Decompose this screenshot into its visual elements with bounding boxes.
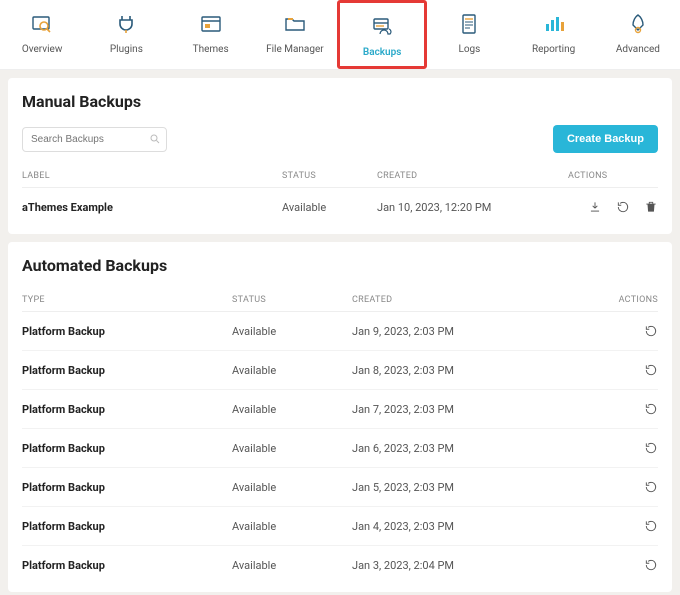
cell-label: aThemes Example <box>22 201 282 214</box>
tab-label: Advanced <box>596 44 680 55</box>
cell-status: Available <box>232 325 352 338</box>
table-row: Platform BackupAvailableJan 3, 2023, 2:0… <box>22 546 658 584</box>
cell-created: Jan 3, 2023, 2:04 PM <box>352 559 598 572</box>
cell-type: Platform Backup <box>22 364 232 377</box>
cell-status: Available <box>232 481 352 494</box>
cell-type: Platform Backup <box>22 442 232 455</box>
cell-status: Available <box>232 364 352 377</box>
create-backup-button[interactable]: Create Backup <box>553 125 658 153</box>
automated-backups-panel: Automated Backups TYPE STATUS CREATED AC… <box>8 242 672 592</box>
col-actions: ACTIONS <box>598 295 658 305</box>
tab-label: Backups <box>340 47 424 58</box>
table-row: Platform BackupAvailableJan 9, 2023, 2:0… <box>22 312 658 351</box>
document-icon <box>427 10 511 38</box>
col-label: LABEL <box>22 171 282 181</box>
tab-backups[interactable]: Backups <box>337 0 427 69</box>
tab-label: Reporting <box>512 44 596 55</box>
table-row: Platform BackupAvailableJan 6, 2023, 2:0… <box>22 429 658 468</box>
plug-icon <box>84 10 168 38</box>
table-row: Platform BackupAvailableJan 5, 2023, 2:0… <box>22 468 658 507</box>
manual-backups-title: Manual Backups <box>22 92 658 111</box>
cell-type: Platform Backup <box>22 559 232 572</box>
cell-created: Jan 6, 2023, 2:03 PM <box>352 442 598 455</box>
cell-type: Platform Backup <box>22 325 232 338</box>
window-icon <box>169 10 253 38</box>
tab-label: File Manager <box>253 44 337 55</box>
automated-backups-title: Automated Backups <box>22 256 658 275</box>
col-status: STATUS <box>232 295 352 305</box>
cell-type: Platform Backup <box>22 481 232 494</box>
tab-advanced[interactable]: Advanced <box>596 0 680 69</box>
tab-reporting[interactable]: Reporting <box>512 0 596 69</box>
col-type: TYPE <box>22 295 232 305</box>
restore-icon[interactable] <box>644 519 658 533</box>
table-row: Platform BackupAvailableJan 4, 2023, 2:0… <box>22 507 658 546</box>
restore-icon[interactable] <box>644 363 658 377</box>
col-status: STATUS <box>282 171 377 181</box>
auto-table-header: TYPE STATUS CREATED ACTIONS <box>22 289 658 312</box>
cell-status: Available <box>232 403 352 416</box>
restore-icon[interactable] <box>644 558 658 572</box>
restore-icon[interactable] <box>616 200 630 214</box>
col-created: CREATED <box>377 171 568 181</box>
restore-icon[interactable] <box>644 441 658 455</box>
restore-icon[interactable] <box>644 480 658 494</box>
download-icon[interactable] <box>588 200 602 214</box>
backup-icon <box>340 13 424 41</box>
tab-label: Logs <box>427 44 511 55</box>
search-icon <box>149 133 161 145</box>
table-row: Platform BackupAvailableJan 8, 2023, 2:0… <box>22 351 658 390</box>
tab-label: Overview <box>0 44 84 55</box>
table-row: aThemes ExampleAvailableJan 10, 2023, 12… <box>22 188 658 226</box>
folder-icon <box>253 10 337 38</box>
col-actions: ACTIONS <box>568 171 658 181</box>
cell-status: Available <box>232 520 352 533</box>
bar-chart-icon <box>512 10 596 38</box>
restore-icon[interactable] <box>644 402 658 416</box>
manual-table-header: LABEL STATUS CREATED ACTIONS <box>22 165 658 188</box>
tab-plugins[interactable]: Plugins <box>84 0 168 69</box>
rocket-icon <box>596 10 680 38</box>
cell-created: Jan 7, 2023, 2:03 PM <box>352 403 598 416</box>
cell-type: Platform Backup <box>22 520 232 533</box>
tab-file-manager[interactable]: File Manager <box>253 0 337 69</box>
cell-created: Jan 9, 2023, 2:03 PM <box>352 325 598 338</box>
cell-created: Jan 5, 2023, 2:03 PM <box>352 481 598 494</box>
tab-logs[interactable]: Logs <box>427 0 511 69</box>
magnifier-icon <box>0 10 84 38</box>
tab-overview[interactable]: Overview <box>0 0 84 69</box>
search-input[interactable] <box>22 127 167 152</box>
tab-label: Plugins <box>84 44 168 55</box>
cell-created: Jan 4, 2023, 2:03 PM <box>352 520 598 533</box>
top-tabs: Overview Plugins Themes File Manager Bac… <box>0 0 680 70</box>
search-container <box>22 127 167 152</box>
col-created: CREATED <box>352 295 598 305</box>
cell-created: Jan 10, 2023, 12:20 PM <box>377 201 568 214</box>
table-row: Platform BackupAvailableJan 7, 2023, 2:0… <box>22 390 658 429</box>
cell-status: Available <box>232 559 352 572</box>
manual-backups-panel: Manual Backups Create Backup LABEL STATU… <box>8 78 672 234</box>
cell-status: Available <box>232 442 352 455</box>
cell-type: Platform Backup <box>22 403 232 416</box>
cell-status: Available <box>282 201 377 214</box>
cell-created: Jan 8, 2023, 2:03 PM <box>352 364 598 377</box>
trash-icon[interactable] <box>644 200 658 214</box>
restore-icon[interactable] <box>644 324 658 338</box>
tab-label: Themes <box>169 44 253 55</box>
tab-themes[interactable]: Themes <box>169 0 253 69</box>
